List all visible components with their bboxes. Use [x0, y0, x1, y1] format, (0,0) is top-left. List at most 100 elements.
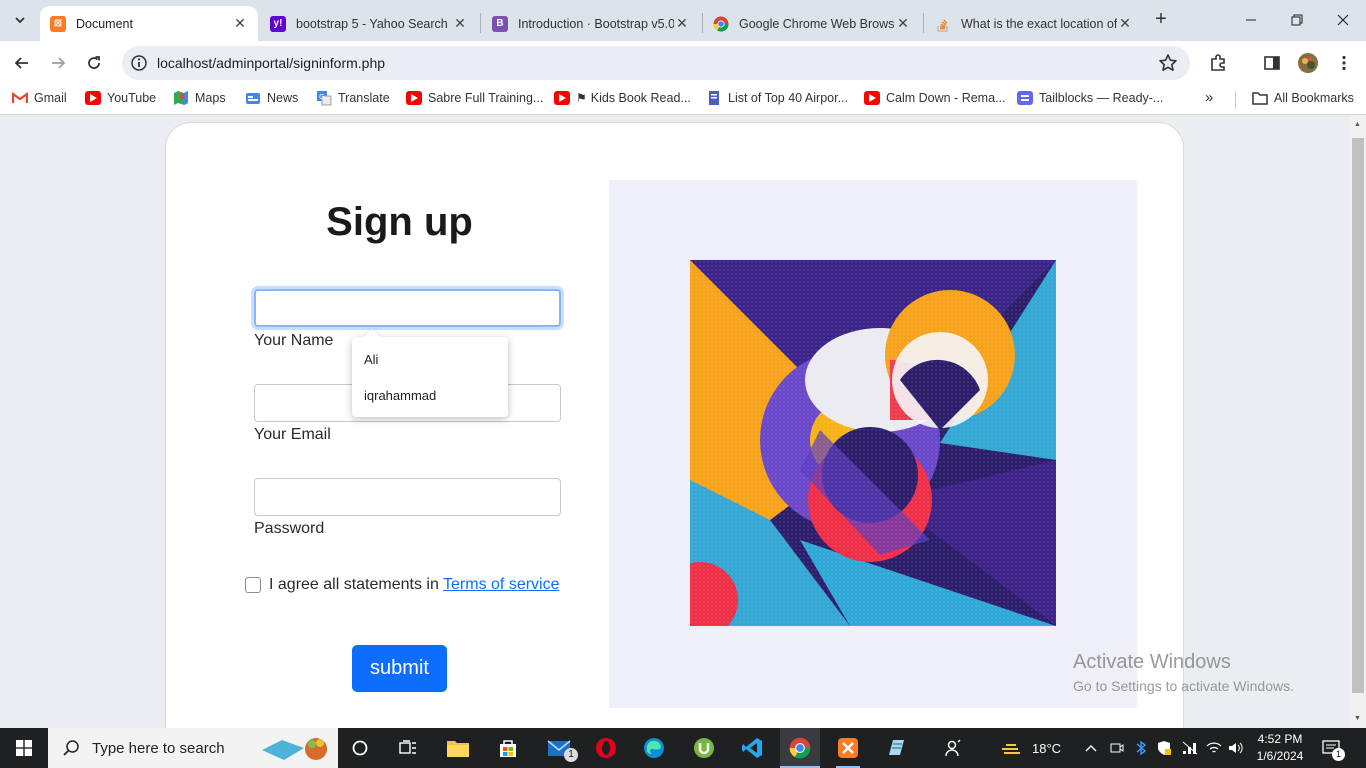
menu-kebab-icon[interactable]	[1332, 51, 1356, 75]
page-viewport: Sign up Your Name Your Email Password I …	[0, 115, 1350, 728]
store-button[interactable]	[490, 728, 526, 768]
mail-badge: 1	[564, 748, 578, 762]
submit-button[interactable]: submit	[352, 645, 447, 692]
reload-button[interactable]	[80, 49, 108, 77]
browser-toolbar: localhost/adminportal/signinform.php	[0, 41, 1366, 85]
bookmark-translate[interactable]: G Translate	[316, 91, 390, 106]
scrollbar-thumb[interactable]	[1352, 138, 1364, 693]
terms-link[interactable]: Terms of service	[443, 576, 559, 593]
chrome-taskbar-button[interactable]	[780, 728, 820, 768]
network-icon[interactable]	[1182, 728, 1198, 768]
bookmark-sabre-training[interactable]: Sabre Full Training...	[406, 91, 543, 105]
taskbar-search[interactable]: Type here to search	[48, 728, 338, 768]
close-icon[interactable]: ✕	[674, 15, 690, 32]
xampp-icon	[838, 738, 858, 758]
tab-yahoo-search[interactable]: y! bootstrap 5 - Yahoo Search Res ✕	[260, 6, 478, 41]
bookmark-kids-book[interactable]: ⚑ Kids Book Read...	[554, 91, 691, 105]
close-icon[interactable]: ✕	[895, 15, 911, 32]
profile-avatar[interactable]	[1296, 51, 1320, 75]
bookmark-top-airports[interactable]: List of Top 40 Airpor...	[706, 91, 848, 105]
tab-stackoverflow[interactable]: What is the exact location of ✕	[925, 6, 1143, 41]
tab-search-button[interactable]	[6, 6, 34, 34]
close-icon[interactable]: ✕	[452, 15, 468, 32]
store-icon	[500, 740, 516, 757]
bookmark-calm-down[interactable]: Calm Down - Rema...	[864, 91, 1005, 105]
all-bookmarks-button[interactable]: All Bookmarks	[1252, 91, 1354, 105]
volume-icon[interactable]	[1228, 728, 1244, 768]
restore-button[interactable]	[1274, 0, 1320, 40]
opera-button[interactable]	[588, 728, 624, 768]
notepad-button[interactable]	[878, 728, 914, 768]
bookmark-label: Translate	[338, 91, 390, 105]
close-icon[interactable]: ✕	[1117, 15, 1133, 32]
terms-checkbox[interactable]	[245, 577, 261, 593]
weather-widget[interactable]: 18°C	[1000, 728, 1061, 768]
scroll-up-arrow[interactable]: ▲	[1354, 121, 1361, 128]
tab-bootstrap-intro[interactable]: B Introduction · Bootstrap v5.0 ✕	[482, 6, 700, 41]
window-close-button[interactable]	[1320, 0, 1366, 40]
autocomplete-option[interactable]: iqrahammad	[364, 388, 436, 403]
bluetooth-icon[interactable]	[1135, 728, 1147, 768]
name-label: Your Name	[254, 332, 334, 349]
vscode-button[interactable]	[734, 728, 770, 768]
mail-button[interactable]: 1	[540, 728, 580, 768]
chevron-up-icon	[1085, 745, 1097, 752]
bookmark-youtube[interactable]: YouTube	[85, 91, 156, 105]
bookmark-gmail[interactable]: Gmail	[12, 91, 67, 105]
scroll-down-arrow[interactable]: ▼	[1354, 715, 1361, 722]
page-scrollbar[interactable]: ▲ ▼	[1350, 115, 1366, 728]
meet-now-icon[interactable]	[1110, 728, 1124, 768]
bookmark-label: YouTube	[107, 91, 157, 105]
wifi-icon[interactable]	[1206, 728, 1222, 768]
system-clock[interactable]: 4:52 PM 1/6/2024	[1250, 731, 1310, 765]
name-input[interactable]	[254, 289, 561, 327]
bookmark-label: All Bookmarks	[1274, 91, 1354, 105]
forward-button[interactable]	[44, 49, 72, 77]
close-icon[interactable]: ✕	[232, 15, 248, 32]
arrow-right-icon	[52, 57, 66, 69]
reload-icon	[88, 56, 100, 69]
security-icon[interactable]	[1156, 728, 1172, 768]
task-view-button[interactable]	[392, 728, 424, 768]
bookmark-star-icon[interactable]	[1158, 53, 1178, 76]
stackoverflow-icon	[935, 16, 951, 32]
utorrent-button[interactable]	[686, 728, 722, 768]
news-icon	[245, 91, 261, 105]
bookmark-news[interactable]: News	[245, 91, 298, 105]
chevron-down-icon	[15, 17, 25, 24]
extensions-icon[interactable]	[1206, 51, 1230, 75]
bookmark-tailblocks[interactable]: Tailblocks — Ready-...	[1017, 91, 1163, 105]
side-panel-icon[interactable]	[1260, 51, 1284, 75]
bookmark-maps[interactable]: Maps	[173, 91, 226, 105]
tab-separator	[923, 13, 924, 33]
notification-center-button[interactable]: 1	[1322, 728, 1345, 768]
vscode-icon	[742, 738, 762, 758]
password-input[interactable]	[254, 478, 561, 516]
tab-title: What is the exact location of	[961, 16, 1117, 31]
bookmark-label: News	[267, 91, 299, 105]
svg-text:G: G	[319, 93, 324, 101]
activate-windows-watermark: Activate Windows Go to Settings to activ…	[1073, 651, 1294, 694]
people-button[interactable]	[938, 728, 968, 768]
file-explorer-button[interactable]	[440, 728, 476, 768]
tab-chrome-browser[interactable]: Google Chrome Web Browser ✕	[703, 6, 921, 41]
autocomplete-option[interactable]: Ali	[364, 352, 378, 367]
temperature: 18°C	[1032, 740, 1062, 756]
windows-taskbar: Type here to search 1 18°C 4:52 PM 1/6/2…	[0, 728, 1366, 768]
flag-icon: ⚑	[576, 91, 587, 105]
new-tab-button[interactable]: +	[1149, 8, 1173, 32]
xampp-button[interactable]	[830, 728, 866, 768]
back-button[interactable]	[8, 49, 36, 77]
yahoo-icon: y!	[270, 15, 286, 32]
site-info-icon[interactable]	[130, 54, 148, 75]
start-button[interactable]	[0, 728, 48, 768]
bookmarks-overflow-button[interactable]: »	[1205, 89, 1213, 106]
chrome-icon	[789, 737, 811, 759]
edge-button[interactable]	[636, 728, 672, 768]
tray-overflow-chevron[interactable]	[1085, 728, 1097, 768]
tab-document[interactable]: ⊠ Document ✕	[40, 6, 258, 41]
minimize-button[interactable]	[1228, 0, 1274, 40]
address-bar[interactable]: localhost/adminportal/signinform.php	[122, 46, 1190, 80]
cortana-button[interactable]	[344, 728, 376, 768]
minimize-icon	[1246, 19, 1256, 21]
